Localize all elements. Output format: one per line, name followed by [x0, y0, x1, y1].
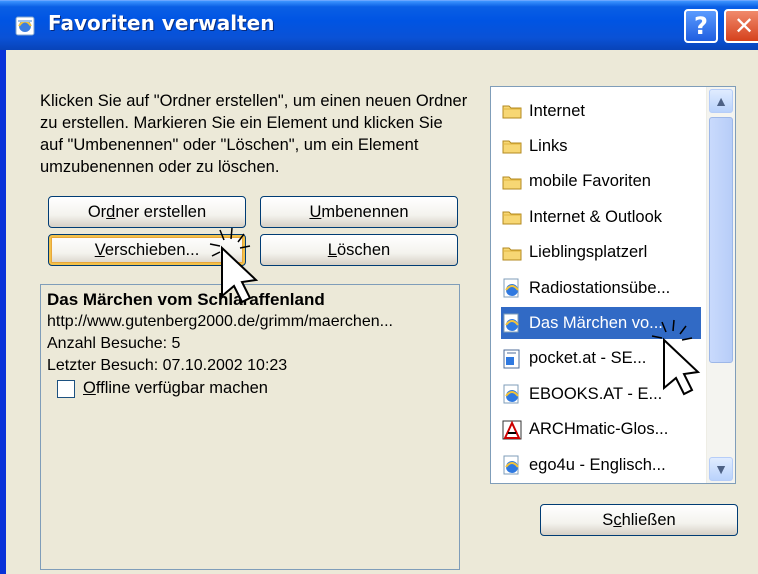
favorite-item-label: Radiostationsübe... — [529, 278, 671, 297]
details-url: http://www.gutenberg2000.de/grimm/maerch… — [47, 313, 393, 330]
folder-icon — [501, 135, 523, 157]
window-border — [0, 50, 6, 574]
close-accel: c — [613, 511, 622, 529]
help-button[interactable]: ? — [684, 9, 718, 43]
window-title: Favoriten verwalten — [48, 11, 275, 35]
folder-icon — [501, 100, 523, 122]
move-accel: V — [94, 241, 105, 259]
details-last-visit: Letzter Besuch: 07.10.2002 10:23 — [47, 357, 288, 374]
offline-label[interactable]: Offline verfügbar machen — [83, 379, 268, 398]
scroll-up-button[interactable]: ▲ — [709, 89, 733, 113]
folder-icon — [501, 242, 523, 264]
close-window-button[interactable]: ✕ — [724, 9, 758, 43]
delete-label: öschen — [336, 241, 391, 259]
move-button[interactable]: Verschieben... — [48, 234, 246, 266]
ie-page-icon — [501, 454, 523, 476]
offline-checkbox-row[interactable]: Offline verfügbar machen — [47, 379, 453, 398]
favorite-item-label: pocket.at - SE... — [529, 349, 647, 368]
favorite-item-label: EBOOKS.AT - E... — [529, 384, 663, 403]
folder-icon — [501, 206, 523, 228]
rename-label: mbenennen — [321, 203, 409, 221]
ie-page-icon — [501, 277, 523, 299]
favorite-item[interactable]: Das Märchen vo... — [501, 307, 701, 340]
favorite-item[interactable]: ego4u - Englisch... — [501, 449, 701, 481]
delete-accel: L — [327, 241, 337, 259]
favorite-item[interactable]: pocket.at - SE... — [501, 343, 701, 375]
favorite-item[interactable]: Links — [501, 130, 701, 162]
create-folder-button[interactable]: Ordner erstellen — [48, 196, 246, 228]
ie-page-icon — [501, 312, 523, 334]
close-label-pre: S — [602, 511, 614, 529]
favorites-list[interactable]: Internet Links mobile Favoriten Internet & … — [490, 86, 736, 484]
offline-checkbox[interactable] — [57, 379, 75, 398]
scroll-thumb[interactable] — [709, 117, 733, 363]
create-folder-label-pre: Or — [87, 203, 107, 221]
archmatic-icon — [501, 419, 523, 441]
instructions-text: Klicken Sie auf "Ordner erstellen", um e… — [40, 92, 468, 176]
favorite-item[interactable]: Radiostationsübe... — [501, 272, 701, 304]
favorite-item[interactable]: EBOOKS.AT - E... — [501, 378, 701, 410]
move-label: erschieben... — [104, 241, 200, 259]
favorite-item[interactable]: ARCHmatic-Glos... — [501, 414, 701, 446]
close-button[interactable]: Schließen — [540, 504, 738, 536]
favorite-item-label: ego4u - Englisch... — [529, 455, 666, 474]
favorite-item[interactable]: mobile Favoriten — [501, 166, 701, 198]
favorite-item-label: Links — [529, 136, 568, 155]
scroll-down-button[interactable]: ▼ — [709, 457, 733, 481]
details-panel: Das Märchen vom Schlaraffenland http://w… — [40, 284, 460, 570]
favorite-item-label: Lieblingsplatzerl — [529, 243, 648, 262]
page-icon — [501, 348, 523, 370]
rename-button[interactable]: Umbenennen — [260, 196, 458, 228]
favorite-item-label: Internet — [529, 101, 585, 120]
offline-accel: O — [83, 379, 96, 397]
rename-accel: U — [309, 203, 322, 221]
dialog-window: Favoriten verwalten ? ✕ Klicken Sie auf … — [0, 0, 758, 574]
title-bar[interactable]: Favoriten verwalten ? ✕ — [0, 0, 758, 50]
folder-icon — [501, 171, 523, 193]
create-folder-label-post: ner erstellen — [115, 203, 207, 221]
details-visits: Anzahl Besuche: 5 — [47, 335, 181, 352]
close-label-post: hließen — [621, 511, 676, 529]
list-scrollbar[interactable]: ▲ ▼ — [706, 87, 735, 483]
favorite-item-label: ARCHmatic-Glos... — [529, 420, 669, 439]
ie-favorites-icon — [15, 16, 35, 36]
favorite-item-label: Das Märchen vo... — [529, 313, 663, 332]
delete-button[interactable]: Löschen — [260, 234, 458, 266]
details-title: Das Märchen vom Schlaraffenland — [47, 290, 325, 309]
favorite-item[interactable]: Internet & Outlook — [501, 201, 701, 233]
favorite-item[interactable]: Lieblingsplatzerl — [501, 237, 701, 269]
ie-page-icon — [501, 383, 523, 405]
offline-label-text: ffline verfügbar machen — [95, 379, 268, 397]
favorite-item-label: mobile Favoriten — [529, 172, 651, 191]
favorite-item-label: Internet & Outlook — [529, 207, 662, 226]
create-folder-accel: d — [106, 203, 116, 221]
favorite-item[interactable]: Internet — [501, 95, 701, 127]
